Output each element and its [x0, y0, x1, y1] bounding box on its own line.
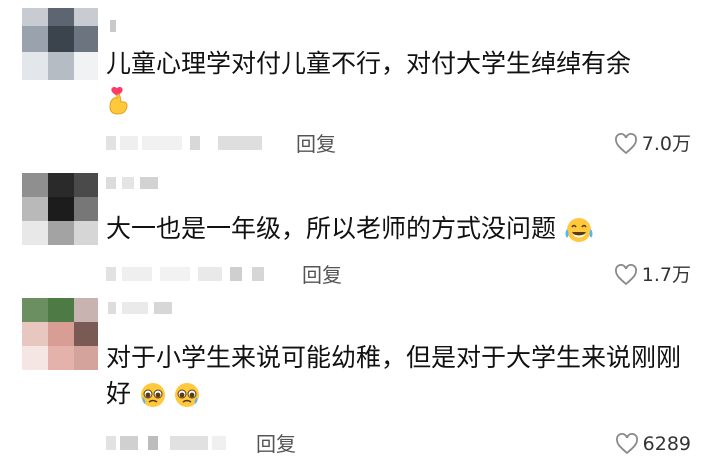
avatar[interactable] — [22, 298, 98, 370]
comment-text: 儿童心理学对付儿童不行，对付大学生绰绰有余 — [106, 46, 691, 118]
heart-outline-icon — [614, 133, 637, 155]
reply-button[interactable]: 回复 — [296, 130, 336, 158]
comment-item: 大一也是一年级，所以老师的方式没问题 回复 1.7万 — [0, 165, 713, 290]
username-blurred — [110, 20, 130, 32]
reply-button[interactable]: 回复 — [256, 430, 296, 458]
comment-text: 大一也是一年级，所以老师的方式没问题 — [106, 211, 691, 247]
like-count: 1.7万 — [641, 264, 691, 286]
like-button[interactable]: 1.7万 — [614, 261, 691, 289]
heart-outline-icon — [615, 433, 638, 455]
comment-meta: 回复 1.7万 — [106, 261, 691, 289]
comment-meta: 回复 6289 — [106, 430, 691, 458]
avatar[interactable] — [22, 8, 98, 80]
avatar[interactable] — [22, 173, 98, 245]
like-button[interactable]: 6289 — [615, 430, 691, 458]
comment-item: 儿童心理学对付儿童不行，对付大学生绰绰有余 回复 7.0万 — [0, 0, 713, 165]
hand-heart-emoji — [109, 86, 128, 115]
like-count: 7.0万 — [641, 133, 691, 155]
like-count: 6289 — [642, 433, 691, 455]
comment-item: 对于小学生来说可能幼稚，但是对于大学生来说刚刚好 回复 6289 — [0, 290, 713, 474]
username-blurred — [106, 177, 166, 189]
comment-meta: 回复 7.0万 — [106, 130, 691, 158]
comment-text: 对于小学生来说可能幼稚，但是对于大学生来说刚刚好 — [106, 343, 682, 408]
pleading-face-emoji — [140, 383, 199, 407]
reply-button[interactable]: 回复 — [302, 261, 342, 289]
tears-of-joy-emoji — [565, 218, 593, 242]
username-blurred — [108, 302, 178, 314]
heart-outline-icon — [614, 264, 637, 286]
like-button[interactable]: 7.0万 — [614, 130, 691, 158]
